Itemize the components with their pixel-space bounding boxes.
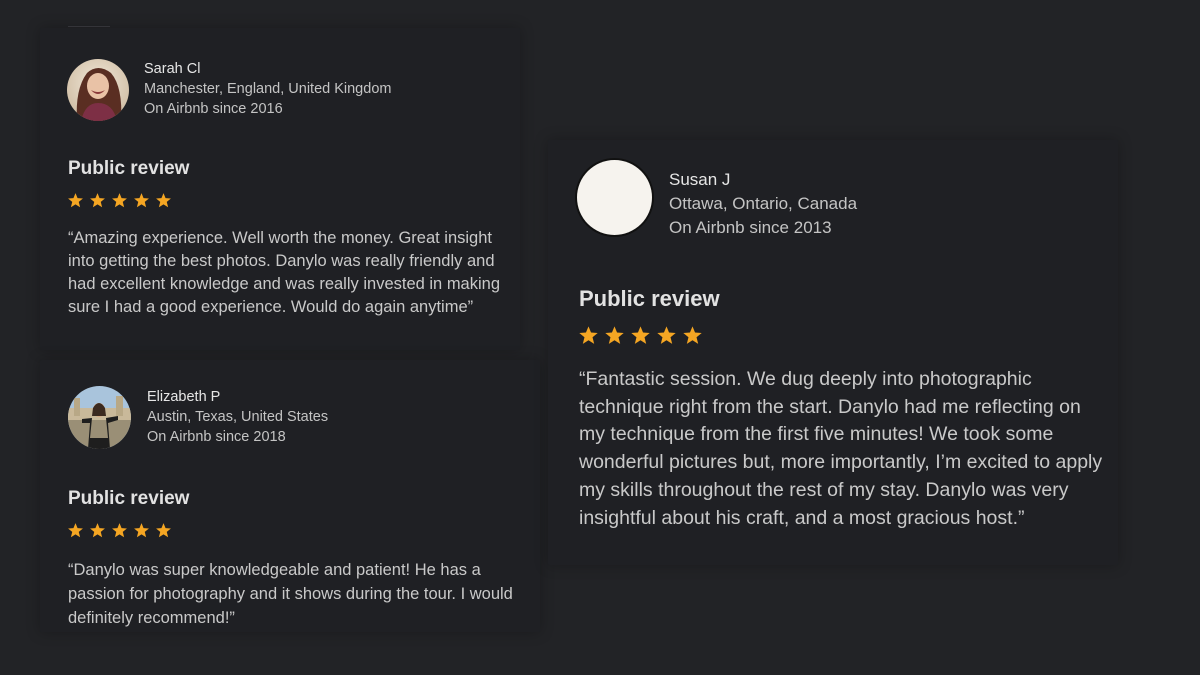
section-title: Public review	[68, 158, 190, 179]
blank-avatar-icon[interactable]	[577, 160, 652, 235]
user-location: Austin, Texas, United States	[147, 409, 329, 425]
star-icon	[134, 193, 149, 208]
user-photo-icon	[67, 59, 129, 121]
review-text: “Amazing experience. Well worth the mone…	[68, 229, 501, 316]
star-icon	[112, 193, 127, 208]
user-avatar[interactable]	[68, 386, 131, 449]
star-icon	[683, 326, 702, 344]
divider	[68, 26, 110, 27]
user-photo-icon	[68, 386, 131, 449]
user-avatar[interactable]	[67, 59, 129, 121]
member-since: On Airbnb since 2018	[147, 429, 286, 445]
star-icon	[134, 523, 149, 538]
star-icon	[156, 523, 171, 538]
star-rating	[67, 192, 172, 209]
user-name[interactable]: Sarah Cl	[144, 61, 200, 77]
star-icon	[112, 523, 127, 538]
user-name[interactable]: Elizabeth P	[147, 389, 220, 405]
star-icon	[631, 326, 650, 344]
star-icon	[605, 326, 624, 344]
section-title: Public review	[68, 488, 190, 509]
user-location: Ottawa, Ontario, Canada	[669, 194, 858, 213]
star-icon	[90, 193, 105, 208]
star-icon	[579, 326, 598, 344]
star-rating	[578, 325, 703, 346]
star-icon	[68, 193, 83, 208]
member-since: On Airbnb since 2013	[669, 218, 832, 237]
review-text: “Danylo was super knowledgeable and pati…	[68, 561, 513, 627]
review-text: “Fantastic session. We dug deeply into p…	[579, 368, 1103, 529]
user-name[interactable]: Susan J	[669, 170, 730, 190]
section-title: Public review	[579, 286, 720, 311]
star-icon	[90, 523, 105, 538]
star-icon	[657, 326, 676, 344]
star-icon	[156, 193, 171, 208]
star-rating	[67, 522, 172, 539]
member-since: On Airbnb since 2016	[144, 101, 283, 117]
star-icon	[68, 523, 83, 538]
user-location: Manchester, England, United Kingdom	[144, 81, 392, 97]
